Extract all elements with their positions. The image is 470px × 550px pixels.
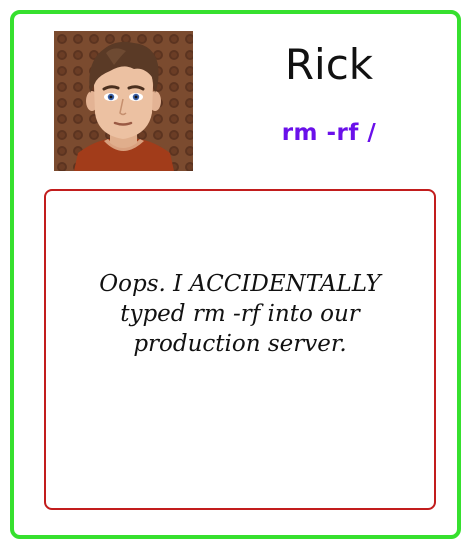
profile-command: rm -rf /: [281, 120, 377, 146]
message-text: Oops. I ACCIDENTALLY typed rm -rf into o…: [46, 269, 434, 359]
message-line-1: Oops. I ACCIDENTALLY: [99, 271, 381, 297]
message-line-2: typed rm -rf into our: [120, 301, 360, 327]
profile-card: Rick rm -rf / Oops. I ACCIDENTALLY typed…: [10, 10, 461, 539]
message-line-3: production server.: [133, 331, 347, 357]
message-box: Oops. I ACCIDENTALLY typed rm -rf into o…: [44, 189, 436, 510]
avatar: [54, 31, 193, 171]
profile-name: Rick: [284, 40, 374, 89]
